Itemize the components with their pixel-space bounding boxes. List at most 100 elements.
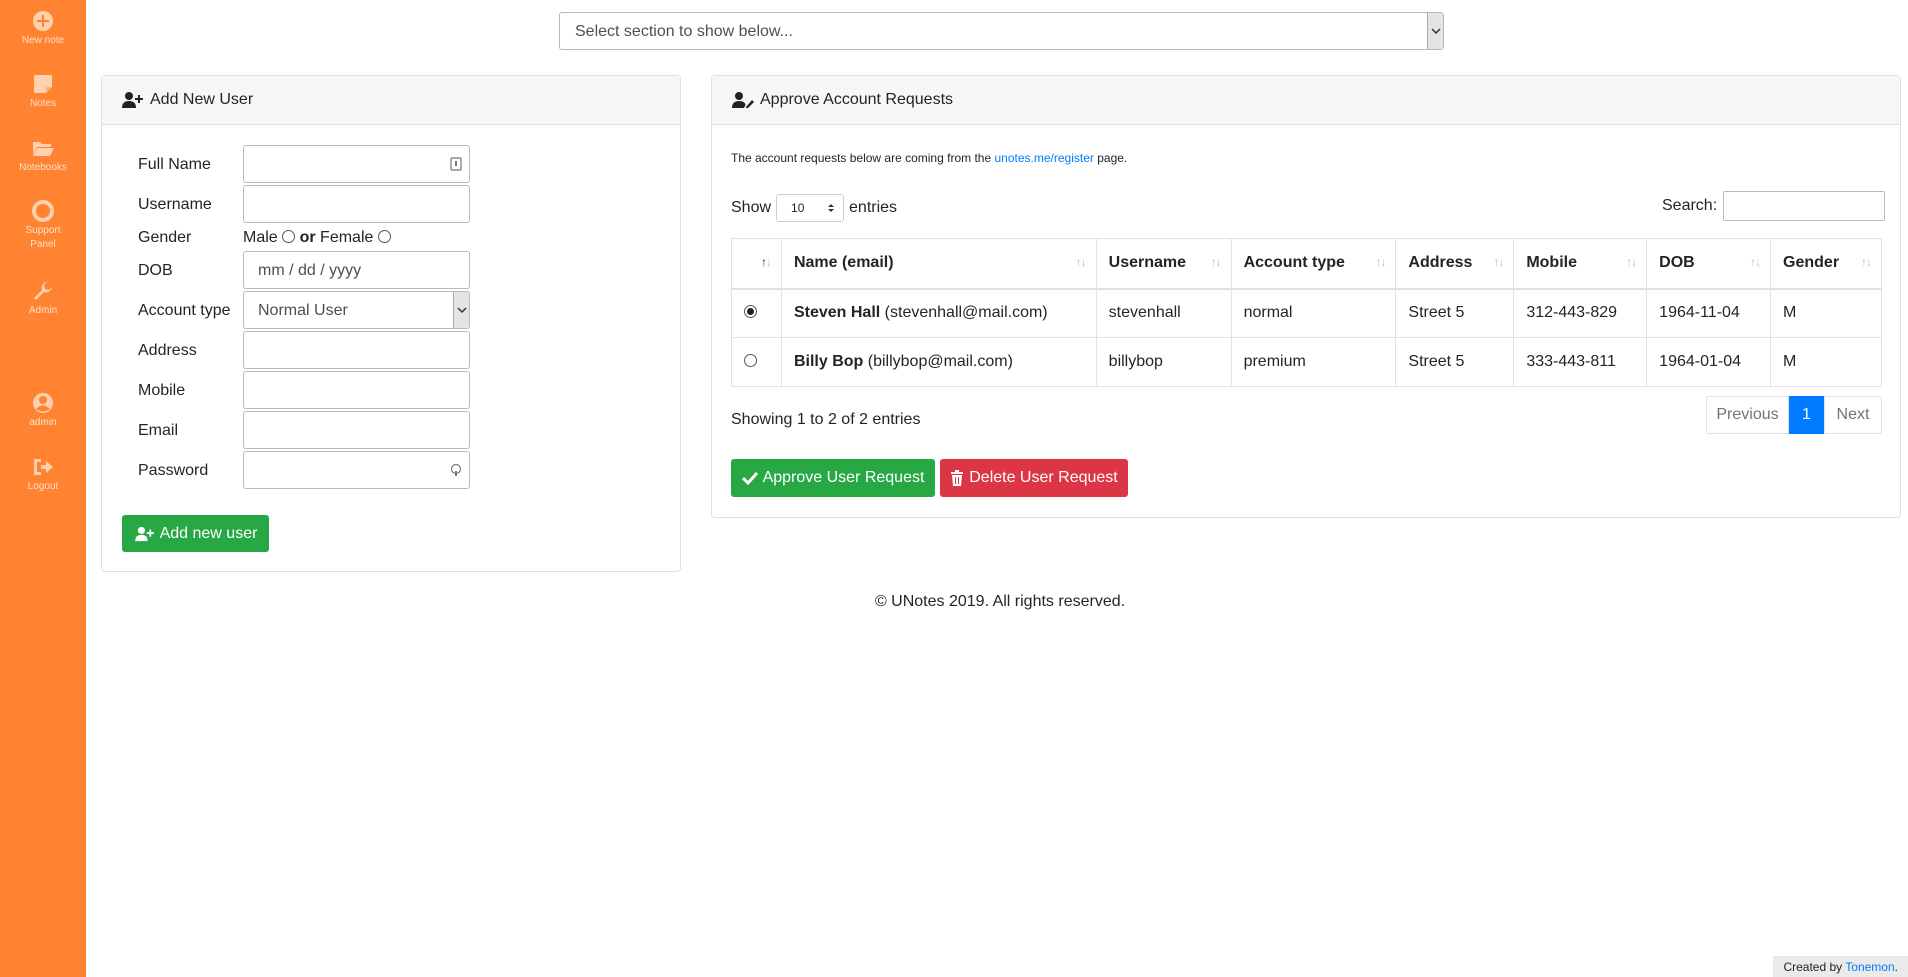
user-edit-icon — [732, 92, 754, 108]
account-type-cell: premium — [1230, 337, 1397, 387]
sidebar-item-logout[interactable]: Logout — [0, 456, 86, 494]
sidebar-item-label: admin — [29, 417, 57, 428]
column-header-gender[interactable]: Gender ↑↓ — [1770, 238, 1882, 290]
row-email: (billybop@mail.com) — [867, 353, 1013, 370]
section-select-value: Select section to show below... — [575, 23, 793, 40]
chevron-down-icon — [1427, 13, 1443, 49]
column-header-dob[interactable]: DOB ↑↓ — [1646, 238, 1772, 290]
search-input[interactable] — [1723, 191, 1886, 221]
sort-icon: ↑↓ — [1861, 255, 1872, 269]
register-link[interactable]: unotes.me/register — [994, 151, 1093, 165]
row-select-radio[interactable] — [744, 305, 757, 319]
column-header-label: Gender — [1783, 254, 1840, 272]
sidebar-item-label-2: Panel — [30, 239, 56, 250]
gender-or-text: or — [299, 229, 316, 246]
column-header-account-type[interactable]: Account type ↑↓ — [1230, 238, 1397, 290]
trash-icon — [951, 470, 964, 486]
column-header-address[interactable]: Address ↑↓ — [1395, 238, 1515, 290]
account-type-select[interactable]: Normal User — [243, 291, 470, 329]
approve-intro-suffix: page. — [1097, 151, 1128, 165]
add-new-user-label: Add new user — [159, 524, 258, 542]
dob-input[interactable]: mm / dd / yyyy — [243, 251, 470, 289]
user-circle-icon — [33, 393, 53, 413]
address-input[interactable] — [243, 331, 470, 369]
table-row[interactable]: Billy Bop (billybop@mail.com) billybop p… — [731, 337, 1882, 387]
dob-cell: 1964-11-04 — [1646, 288, 1772, 338]
column-header-label: DOB — [1659, 254, 1695, 272]
gender-cell: M — [1770, 288, 1882, 338]
requests-table: ↑↓ Name (email) ↑↓ Username ↑↓ Account typ… — [731, 238, 1882, 387]
password-input[interactable] — [243, 451, 470, 489]
username-cell: stevenhall — [1095, 288, 1232, 338]
username-cell: billybop — [1095, 337, 1232, 387]
user-plus-icon — [122, 92, 143, 108]
delete-user-request-label: Delete User Request — [969, 469, 1118, 486]
dob-cell: 1964-01-04 — [1646, 337, 1772, 387]
table-row[interactable]: Steven Hall (stevenhall@mail.com) steven… — [731, 288, 1882, 338]
entries-per-page-value: 10 — [791, 201, 805, 215]
dob-label: DOB — [138, 262, 173, 279]
footer-copyright: © UNotes 2019. All rights reserved. — [874, 593, 1126, 610]
full-name-input[interactable] — [243, 145, 470, 183]
sidebar-item-admin[interactable]: Admin — [0, 280, 86, 318]
pagination-next[interactable]: Next — [1824, 396, 1882, 434]
column-header-name[interactable]: Name (email) ↑↓ — [780, 238, 1097, 290]
search-label: Search: — [1662, 197, 1718, 214]
sidebar-item-label: Notebooks — [19, 162, 67, 173]
column-header-mobile[interactable]: Mobile ↑↓ — [1513, 238, 1648, 290]
column-header-label: Username — [1108, 254, 1187, 272]
sort-icon: ↑↓ — [1493, 255, 1504, 269]
approve-card-header: Approve Account Requests — [712, 76, 1900, 125]
address-label: Address — [138, 342, 197, 359]
sidebar-item-notes[interactable]: Notes — [0, 73, 86, 111]
username-input[interactable] — [243, 185, 470, 223]
column-header-label: Name (email) — [793, 254, 894, 272]
mobile-cell: 333-443-811 — [1513, 337, 1648, 387]
mobile-cell: 312-443-829 — [1513, 288, 1648, 338]
row-select-radio[interactable] — [744, 354, 757, 367]
add-new-user-button[interactable]: Add new user — [122, 515, 269, 552]
column-header-label: Address — [1408, 254, 1473, 272]
sidebar: New note Notes Notebooks Support Panel A… — [0, 0, 86, 977]
user-plus-icon — [134, 526, 154, 541]
delete-user-request-button[interactable]: Delete User Request — [940, 459, 1128, 497]
credit-suffix: . — [1894, 960, 1898, 974]
approve-user-request-label: Approve User Request — [762, 469, 925, 486]
credit-link[interactable]: Tonemon — [1845, 960, 1894, 974]
add-user-card-header: Add New User — [102, 76, 680, 125]
gender-options: Male or Female — [243, 229, 391, 247]
column-header-username[interactable]: Username ↑↓ — [1095, 238, 1232, 290]
search-control: Search: — [1662, 191, 1886, 221]
column-header-select[interactable]: ↑↓ — [731, 238, 782, 290]
folder-open-icon — [33, 142, 54, 156]
gender-male-radio[interactable] — [282, 230, 296, 243]
address-cell: Street 5 — [1395, 288, 1515, 338]
full-name-label: Full Name — [138, 156, 211, 173]
sidebar-item-notebooks[interactable]: Notebooks — [0, 137, 86, 175]
sign-out-icon — [34, 459, 53, 475]
approve-user-request-button[interactable]: Approve User Request — [731, 459, 935, 497]
entries-per-page-select[interactable]: 10 — [776, 194, 845, 222]
password-label: Password — [138, 462, 209, 479]
contact-card-icon — [450, 157, 462, 171]
entries-label: entries — [849, 199, 898, 216]
sidebar-item-profile[interactable]: admin — [0, 392, 86, 430]
row-email: (stevenhall@mail.com) — [884, 304, 1048, 322]
gender-female-radio[interactable] — [377, 230, 391, 243]
pagination-page-1[interactable]: 1 — [1789, 396, 1824, 434]
sticky-note-icon — [34, 75, 52, 93]
pagination-previous[interactable]: Previous — [1706, 396, 1789, 434]
row-select-cell — [731, 288, 782, 338]
row-name: Billy Bop — [793, 353, 864, 370]
username-label: Username — [138, 196, 212, 213]
mobile-input[interactable] — [243, 371, 470, 409]
sidebar-item-label: Notes — [29, 98, 57, 109]
section-select[interactable]: Select section to show below... — [559, 12, 1444, 50]
address-cell: Street 5 — [1395, 337, 1515, 387]
sort-icon: ↑↓ — [760, 255, 772, 269]
sidebar-item-support-panel[interactable]: Support Panel — [0, 200, 86, 252]
sidebar-item-new-note[interactable]: New note — [0, 10, 86, 48]
wrench-icon — [34, 282, 52, 300]
email-input[interactable] — [243, 411, 470, 449]
sidebar-item-label: Support — [25, 225, 61, 236]
